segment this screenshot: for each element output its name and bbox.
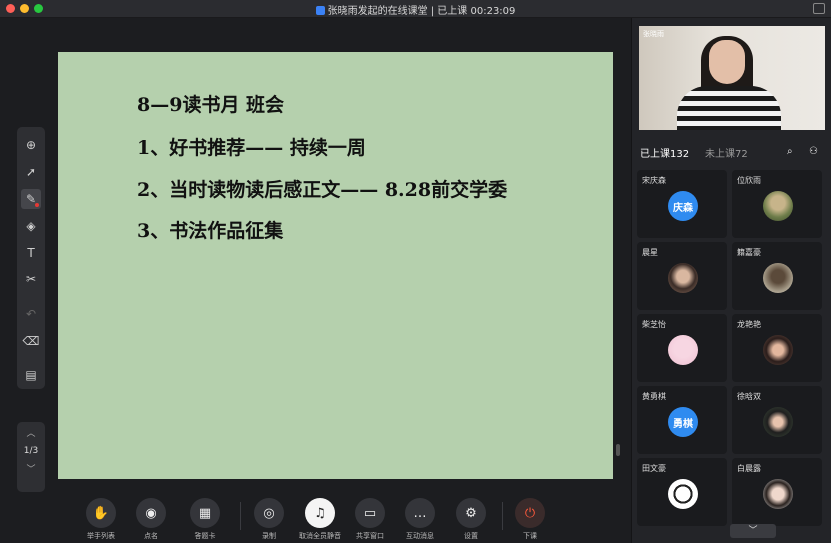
roll-call-button[interactable]: ◉ 点名 — [121, 498, 181, 541]
slide-item-1: 1、好书推荐—— 持续一周 — [137, 137, 366, 159]
gear-icon: ⚙ — [456, 498, 486, 528]
student-name: 田文豪 — [642, 464, 666, 473]
hand-icon: ✋ — [86, 498, 116, 528]
avatar: 庆森 — [668, 191, 698, 221]
student-tile[interactable]: 籍嘉豪 — [732, 242, 822, 310]
shapes-icon[interactable]: ◈ — [21, 216, 41, 236]
student-tile[interactable]: 徐晗双 — [732, 386, 822, 454]
avatar: 勇棋 — [668, 407, 698, 437]
shield-icon — [315, 6, 325, 15]
whiteboard-toolbar: ⊕ ➚ ✎ ◈ T ✂ ↶ ⌫ ▤ — [17, 127, 45, 389]
student-name: 籍嘉豪 — [737, 248, 761, 257]
record-icon: ◎ — [254, 498, 284, 528]
participants-panel: 张晓雨 已上课132 未上课72 ⌕ ⚇ 宋庆森 庆森 位欣雨 晨星 籍嘉豪 柴… — [631, 18, 831, 543]
page-navigator: ︿ 1/3 ﹀ — [17, 422, 45, 492]
scissors-icon[interactable]: ✂ — [21, 269, 41, 289]
avatar — [763, 407, 793, 437]
student-name: 白晨露 — [737, 464, 761, 473]
avatar — [763, 479, 793, 509]
panel-resize-handle[interactable] — [616, 444, 620, 456]
student-tile[interactable]: 柴芝怡 — [637, 314, 727, 382]
window-title: 张晓雨发起的在线课堂 | 已上课 00:23:09 — [0, 2, 831, 17]
pen-color-dot — [35, 203, 39, 207]
avatar — [668, 335, 698, 365]
pointer-icon[interactable]: ➚ — [21, 162, 41, 182]
power-icon: ⏻ — [515, 498, 545, 528]
teacher-name: 张晓雨 — [643, 30, 664, 38]
student-tile[interactable]: 白晨露 — [732, 458, 822, 526]
mute-all-icon: ♫ — [305, 498, 335, 528]
page-down-icon[interactable]: ﹀ — [17, 462, 45, 475]
attendance-tabs: 已上课132 未上课72 ⌕ ⚇ — [639, 145, 825, 161]
search-icon[interactable]: ⌕ — [787, 146, 793, 157]
tab-absent[interactable]: 未上课72 — [705, 145, 748, 160]
slide-item-2: 2、当时读物读后感正文—— 8.28前交学委 — [137, 179, 508, 201]
avatar — [668, 479, 698, 509]
student-tile[interactable]: 黄勇棋 勇棋 — [637, 386, 727, 454]
avatar — [763, 335, 793, 365]
text-icon[interactable]: T — [21, 243, 41, 263]
classroom-stage: 8—9读书月 班会 1、好书推荐—— 持续一周 2、当时读物读后感正文—— 8.… — [0, 18, 631, 543]
student-name: 晨星 — [642, 248, 658, 257]
whiteboard-slide[interactable]: 8—9读书月 班会 1、好书推荐—— 持续一周 2、当时读物读后感正文—— 8.… — [58, 52, 613, 479]
settings-button[interactable]: ⚙ 设置 — [441, 498, 501, 541]
fullscreen-icon[interactable] — [813, 3, 825, 14]
student-tile[interactable]: 龙艳艳 — [732, 314, 822, 382]
avatar — [763, 263, 793, 293]
student-tile[interactable]: 晨星 — [637, 242, 727, 310]
share-window-icon: ▭ — [355, 498, 385, 528]
page-up-icon[interactable]: ︿ — [17, 426, 45, 440]
student-name: 龙艳艳 — [737, 320, 761, 329]
student-name: 位欣雨 — [737, 176, 761, 185]
eraser-icon[interactable]: ⌫ — [21, 331, 41, 351]
undo-icon[interactable]: ↶ — [21, 304, 41, 324]
add-page-icon[interactable]: ⊕ — [21, 135, 41, 155]
student-name: 宋庆森 — [642, 176, 666, 185]
title-bar: 张晓雨发起的在线课堂 | 已上课 00:23:09 — [0, 0, 831, 18]
slide-item-3: 3、书法作品征集 — [137, 220, 284, 242]
avatar — [668, 263, 698, 293]
pen-icon[interactable]: ✎ — [21, 189, 41, 209]
toolbox-icon[interactable]: ▤ — [21, 365, 41, 385]
student-tile[interactable]: 田文豪 — [637, 458, 727, 526]
teacher-video[interactable]: 张晓雨 — [639, 26, 825, 130]
message-icon: … — [405, 498, 435, 528]
answer-card-icon: ▦ — [190, 498, 220, 528]
add-user-icon[interactable]: ⚇ — [809, 146, 818, 157]
tab-attended[interactable]: 已上课132 — [640, 145, 689, 160]
end-class-button[interactable]: ⏻ 下课 — [500, 498, 560, 541]
chevron-down-icon[interactable]: ﹀ — [730, 524, 776, 538]
bottom-control-bar: ✋ 举手列表 ◉ 点名 ▦ 答题卡 ◎ 录制 ♫ 取消全员静音 ▭ 共享窗口 …… — [0, 492, 631, 543]
page-indicator: 1/3 — [23, 446, 39, 456]
slide-title: 8—9读书月 班会 — [137, 94, 285, 116]
student-tile[interactable]: 宋庆森 庆森 — [637, 170, 727, 238]
location-icon: ◉ — [136, 498, 166, 528]
avatar — [763, 191, 793, 221]
student-name: 徐晗双 — [737, 392, 761, 401]
student-name: 黄勇棋 — [642, 392, 666, 401]
student-name: 柴芝怡 — [642, 320, 666, 329]
answer-card-button[interactable]: ▦ 答题卡 — [175, 498, 235, 541]
student-tile[interactable]: 位欣雨 — [732, 170, 822, 238]
